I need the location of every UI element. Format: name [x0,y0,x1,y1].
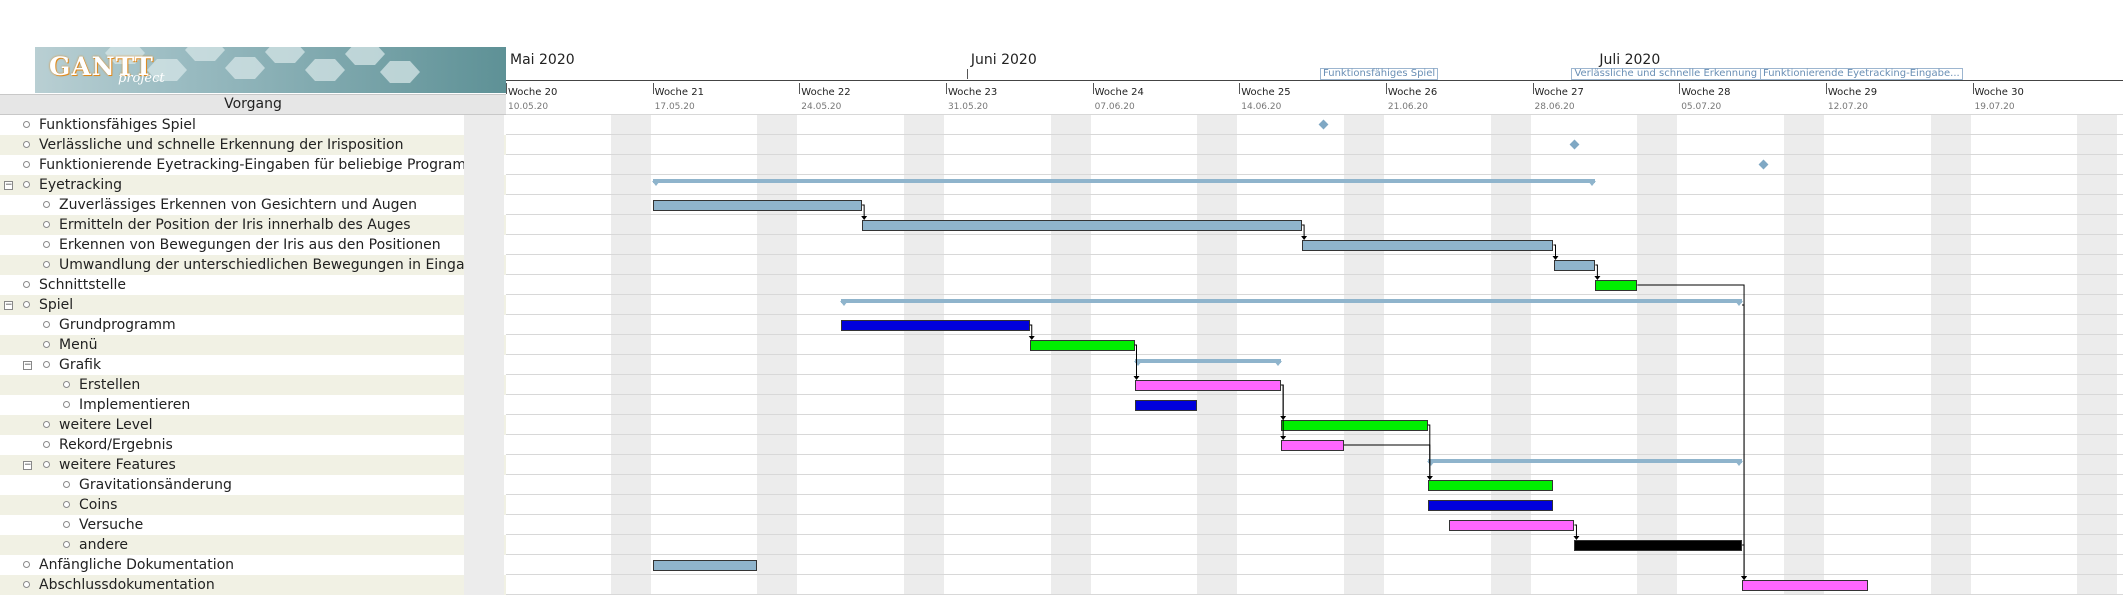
ganttproject-logo: GANTT project [35,47,506,93]
task-row[interactable]: − Spiel [0,295,506,315]
dependency-arrows [861,204,1748,580]
task-name: andere [79,537,129,553]
task-bullet-icon [23,301,30,308]
logo-subtext: project [118,71,165,86]
weekend-shade [464,115,505,595]
task-name: Funktionierende Eyetracking-Eingaben für… [39,157,489,173]
task-name: Erkennen von Bewegungen der Iris aus den… [59,237,441,253]
collapse-toggle-icon[interactable]: − [23,461,32,470]
collapse-toggle-icon[interactable]: − [4,181,13,190]
task-row[interactable]: Funktionierende Eyetracking-Eingaben für… [0,155,506,175]
dependency-arrowhead [1028,336,1035,340]
task-bullet-icon [43,201,50,208]
dependency-arrowhead [1133,376,1140,380]
task-row[interactable]: − Eyetracking [0,175,506,195]
column-header-vorgang[interactable]: Vorgang [0,94,506,115]
dependency-line [1281,384,1284,439]
task-name: Menü [59,337,98,353]
task-row[interactable]: Zuverlässiges Erkennen von Gesichtern un… [0,195,506,215]
task-bullet-icon [63,401,70,408]
task-bullet-icon [43,461,50,468]
task-bullet-icon [63,481,70,488]
task-row[interactable]: Implementieren [0,395,506,415]
task-bullet-icon [43,241,50,248]
task-name: Grundprogramm [59,317,176,333]
task-name: Umwandlung der unterschiedlichen Bewegun… [59,257,491,273]
task-bullet-icon [43,441,50,448]
dependency-line [1742,304,1745,579]
task-row[interactable]: Abschlussdokumentation [0,575,506,595]
task-row[interactable]: Schnittstelle [0,275,506,295]
task-row[interactable]: Versuche [0,515,506,535]
task-row[interactable]: Verlässliche und schnelle Erkennung der … [0,135,506,155]
task-row[interactable]: Erkennen von Bewegungen der Iris aus den… [0,235,506,255]
task-bullet-icon [63,541,70,548]
task-bullet-icon [23,121,30,128]
task-row[interactable]: Coins [0,495,506,515]
task-name: Ermitteln der Position der Iris innerhal… [59,217,411,233]
task-bullet-icon [43,261,50,268]
task-name: Implementieren [79,397,191,413]
task-name: Schnittstelle [39,277,126,293]
dependency-line [1134,344,1137,379]
task-name: Verlässliche und schnelle Erkennung der … [39,137,404,153]
dependency-arrowhead [1426,476,1433,480]
task-row[interactable]: Rekord/Ergebnis [0,435,506,455]
dependency-line [1742,544,1745,579]
task-name: Versuche [79,517,144,533]
task-bullet-icon [23,141,30,148]
task-name: Rekord/Ergebnis [59,437,173,453]
dependency-arrowhead [1594,276,1601,280]
task-bullet-icon [23,281,30,288]
task-row[interactable]: Funktionsfähiges Spiel [0,115,506,135]
task-row[interactable]: Erstellen [0,375,506,395]
task-name: Erstellen [79,377,141,393]
task-bullet-icon [63,521,70,528]
task-bullet-icon [63,501,70,508]
task-bullet-icon [63,381,70,388]
task-bullet-icon [43,361,50,368]
collapse-toggle-icon[interactable]: − [4,301,13,310]
task-name: Gravitationsänderung [79,477,232,493]
task-row[interactable]: Ermitteln der Position der Iris innerhal… [0,215,506,235]
task-name: Eyetracking [39,177,123,193]
task-bullet-icon [23,561,30,568]
dependency-line [1637,284,1745,579]
collapse-toggle-icon[interactable]: − [23,361,32,370]
gantt-chart[interactable]: Mai 2020 Juni 2020 Juli 2020 Woche 20 10.05.… [464,47,2123,596]
task-name: weitere Features [59,457,176,473]
task-row[interactable]: − Grafik [0,355,506,375]
task-bullet-icon [23,581,30,588]
task-row[interactable]: − weitere Features [0,455,506,475]
task-row[interactable]: Gravitationsänderung [0,475,506,495]
dependency-arrowhead [861,216,868,220]
task-row[interactable]: weitere Level [0,415,506,435]
task-name: Zuverlässiges Erkennen von Gesichtern un… [59,197,418,213]
task-row[interactable]: andere [0,535,506,555]
dependency-arrowhead [1552,256,1559,260]
task-row[interactable]: Menü [0,335,506,355]
task-bullet-icon [43,321,50,328]
task-name: Spiel [39,297,74,313]
task-name: Coins [79,497,118,513]
task-row[interactable]: Grundprogramm [0,315,506,335]
dependency-arrowhead [1573,536,1580,540]
task-name: weitere Level [59,417,153,433]
task-bullet-icon [23,181,30,188]
task-name: Grafik [59,357,102,373]
dependency-line [1344,444,1431,479]
task-name: Anfängliche Dokumentation [39,557,235,573]
task-bullet-icon [23,161,30,168]
task-bullet-icon [43,221,50,228]
task-bullet-icon [43,341,50,348]
dependency-arrowhead [1301,236,1308,240]
dependency-arrowhead [1280,436,1287,440]
task-name: Abschlussdokumentation [39,577,215,593]
task-row[interactable]: Umwandlung der unterschiedlichen Bewegun… [0,255,506,275]
dependency-arrowhead [1741,576,1748,580]
task-name: Funktionsfähiges Spiel [39,117,196,133]
task-row[interactable]: Anfängliche Dokumentation [0,555,506,575]
task-bullet-icon [43,421,50,428]
